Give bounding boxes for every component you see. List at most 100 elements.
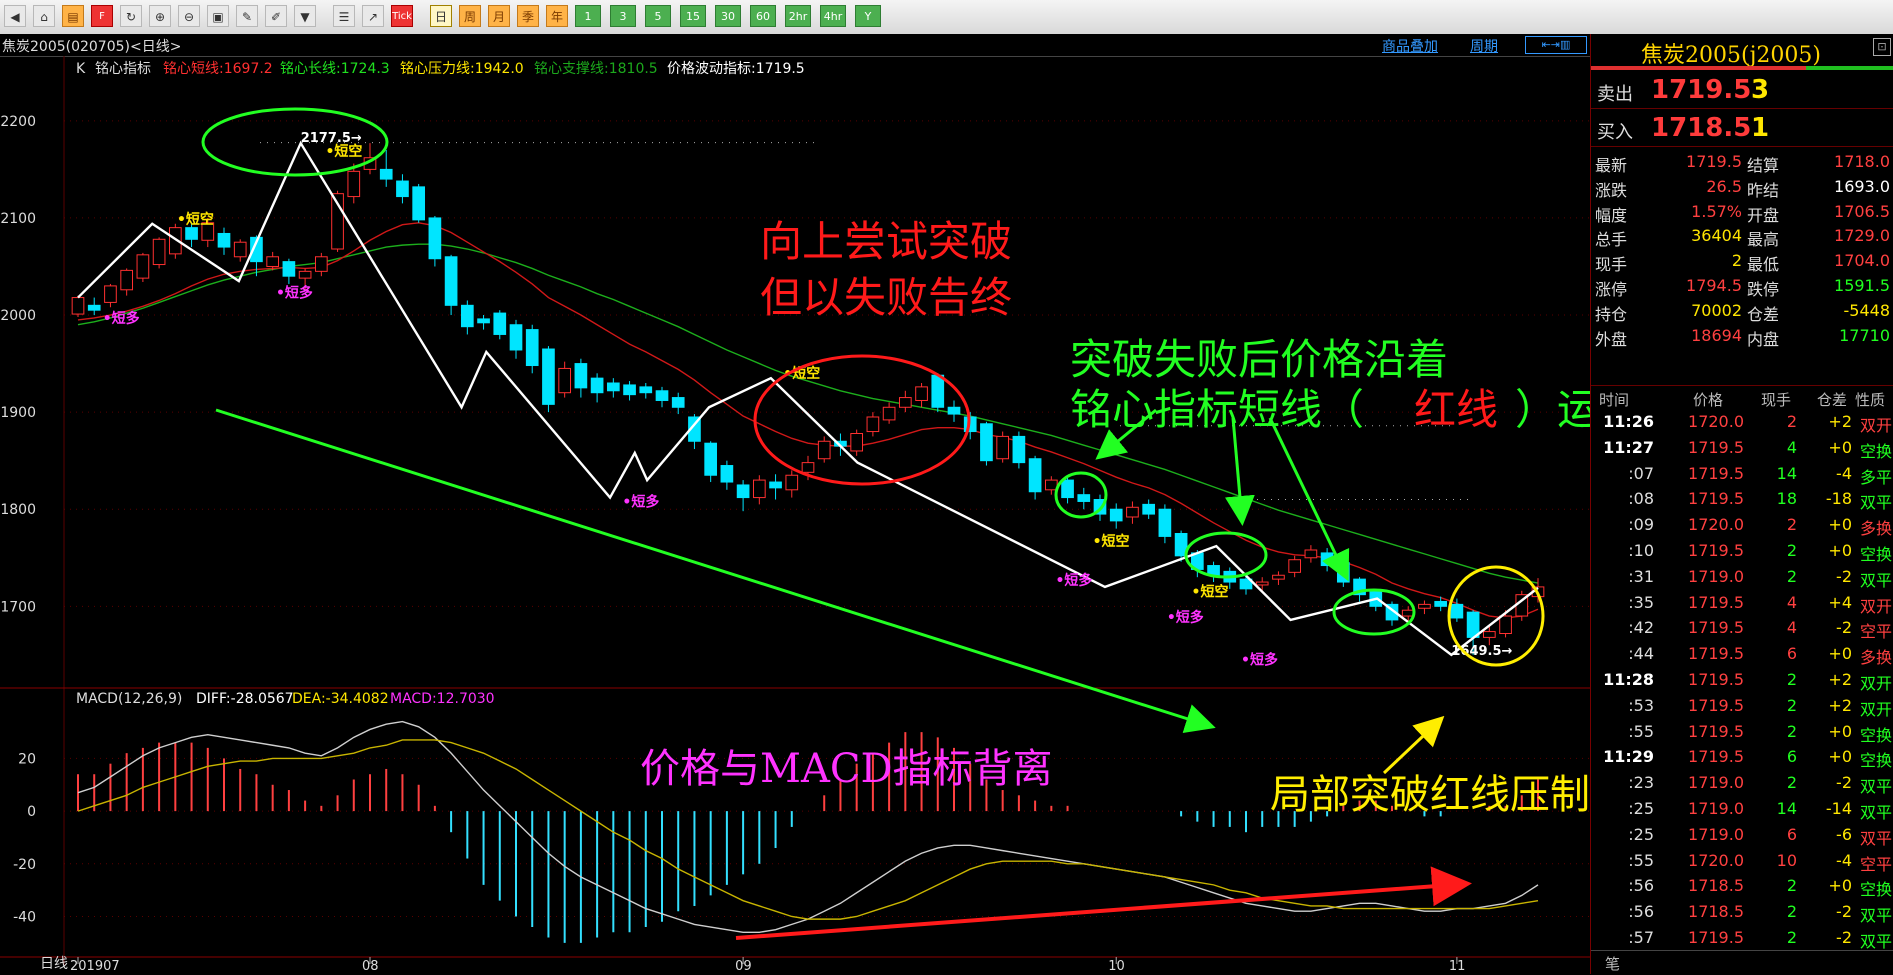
tick-row[interactable]: :08 1719.5 18 -18 双平 (1591, 487, 1893, 515)
x-axis-period-label: 日线 (40, 956, 68, 972)
tick-header-nature: 性质 (1855, 391, 1886, 409)
tick-price: 1719.5 (1688, 618, 1744, 638)
tick-tab[interactable]: 笔 (1605, 953, 1620, 974)
candle-down (1077, 494, 1091, 502)
tick-row[interactable]: :25 1719.0 6 -6 双平 (1591, 823, 1893, 851)
macd-divergence-arrow (735, 866, 1472, 940)
line-chart-icon[interactable]: ↗ (362, 5, 384, 27)
tick-row[interactable]: :53 1719.5 2 +2 双开 (1591, 694, 1893, 722)
zoom-in-icon[interactable]: ⊕ (149, 5, 171, 27)
buy-ratio-fill (1591, 66, 1806, 70)
pen-icon[interactable]: ✎ (236, 5, 258, 27)
tick-row[interactable]: :55 1720.0 10 -4 空平 (1591, 849, 1893, 877)
notebook-icon[interactable]: ▤ (62, 5, 84, 27)
quote-value: 1704.0 (1834, 251, 1890, 271)
popup-window-icon[interactable]: ⊡ (1873, 38, 1891, 56)
nav-arrows-icon[interactable]: ⇤⇥▥ (1525, 36, 1587, 54)
hour4-button[interactable]: 4hr (820, 5, 846, 27)
tick-row[interactable]: :55 1719.5 2 +0 空换 (1591, 720, 1893, 748)
tick-header-price: 价格 (1693, 391, 1724, 409)
cap-up-fail: 但以失败告终 (760, 273, 1012, 322)
tick-row[interactable]: :56 1718.5 2 +0 空换 (1591, 874, 1893, 902)
buy-label: 买入 (1597, 122, 1633, 143)
candle-down (1450, 603, 1464, 619)
support-line-legend: 铭心支撑线:1810.5 (534, 61, 658, 77)
tick-row[interactable]: :35 1719.5 4 +4 双开 (1591, 591, 1893, 619)
tick-row[interactable]: 11:29 1719.5 6 +0 空换 (1591, 745, 1893, 773)
zoom-out-icon[interactable]: ⊖ (178, 5, 200, 27)
cap-up-attempt: 向上尝试突破 (760, 217, 1012, 266)
year-button[interactable]: 年 (546, 5, 568, 27)
tick-time: :57 (1628, 928, 1654, 947)
tick-row[interactable]: :07 1719.5 14 -4 多平 (1591, 462, 1893, 490)
quote-label: 仓差 (1747, 304, 1780, 324)
window-icon[interactable]: ▣ (207, 5, 229, 27)
tick-delta: -4 (1836, 850, 1852, 870)
back-icon[interactable]: ◀ (4, 5, 26, 27)
min60-button[interactable]: 60 (750, 5, 776, 27)
min5-button[interactable]: 5 (645, 5, 671, 27)
tick-volume: 2 (1786, 773, 1797, 793)
tick-price: 1719.5 (1688, 463, 1744, 483)
quote-label: 现手 (1595, 255, 1628, 275)
ann-long-6: •短多 (1241, 652, 1278, 669)
home-icon[interactable]: ⌂ (33, 5, 55, 27)
contract-name: 焦炭2005(j2005) (1641, 43, 1821, 68)
quote-value: 1719.5 (1686, 152, 1742, 171)
chart-canvas[interactable]: 2200 2100 2000 1900 1800 1700 20 0 -20 -40 201907 0… (0, 56, 1590, 974)
tick-volume: 2 (1786, 541, 1797, 560)
year-y-button[interactable]: Y (855, 5, 881, 27)
min15-button[interactable]: 15 (680, 5, 706, 27)
tick-volume: 2 (1786, 928, 1797, 947)
buy-sell-ratio-bar (1591, 66, 1893, 70)
tick-time: 11:29 (1603, 747, 1654, 767)
quarter-button[interactable]: 季 (517, 5, 539, 27)
tick-time: :53 (1628, 695, 1654, 715)
refresh-icon[interactable]: ↻ (120, 5, 142, 27)
month-button[interactable]: 月 (488, 5, 510, 27)
tick-header-delta: 仓差 (1817, 391, 1848, 409)
tick-row[interactable]: 11:27 1719.5 4 +0 空换 (1591, 436, 1893, 464)
tick-row[interactable]: :56 1718.5 2 -2 双平 (1591, 900, 1893, 928)
tick-row[interactable]: :31 1719.0 2 -2 双平 (1591, 565, 1893, 593)
tick-row[interactable]: :10 1719.5 2 +0 空换 (1591, 539, 1893, 567)
tick-time: :42 (1628, 618, 1654, 638)
overlay-link[interactable]: 商品叠加 (1382, 36, 1438, 56)
hour2-button[interactable]: 2hr (785, 5, 811, 27)
x-tick-label: 09 (735, 959, 752, 974)
week-button[interactable]: 周 (459, 5, 481, 27)
brush-icon[interactable]: ✐ (265, 5, 287, 27)
tick-volume: 4 (1786, 618, 1797, 638)
tick-price: 1719.5 (1688, 747, 1744, 767)
tick-row[interactable]: 11:26 1720.0 2 +2 双开 (1591, 410, 1893, 438)
f10-icon[interactable]: F (91, 5, 113, 27)
tick-row[interactable]: :23 1719.0 2 -2 双平 (1591, 771, 1893, 799)
period-link[interactable]: 周期 (1470, 36, 1498, 56)
candle-up (233, 241, 247, 258)
tick-button[interactable]: Tick (391, 5, 413, 27)
candle-down (217, 232, 231, 248)
candle-up (1288, 559, 1302, 573)
day-button[interactable]: 日 (430, 5, 452, 27)
min1-button[interactable]: 1 (575, 5, 601, 27)
tick-price: 1718.5 (1688, 876, 1744, 896)
candle-up (120, 269, 134, 291)
tick-volume: 2 (1786, 515, 1797, 535)
min3-button[interactable]: 3 (610, 5, 636, 27)
candle-down (947, 406, 961, 415)
tick-row[interactable]: :44 1719.5 6 +0 多换 (1591, 642, 1893, 670)
tick-row[interactable]: :09 1720.0 2 +0 多换 (1591, 513, 1893, 541)
quote-value: -5448 (1843, 300, 1891, 320)
tick-row[interactable]: :42 1719.5 4 -2 空平 (1591, 616, 1893, 644)
tick-time: :09 (1628, 515, 1654, 535)
tick-price: 1719.5 (1688, 695, 1744, 715)
candle-up (850, 432, 864, 452)
tick-row[interactable]: 11:28 1719.5 2 +2 双开 (1591, 668, 1893, 696)
min30-button[interactable]: 30 (715, 5, 741, 27)
table-icon[interactable]: ☰ (333, 5, 355, 27)
tick-row[interactable]: :25 1719.0 14 -14 双平 (1591, 797, 1893, 825)
tick-header-time: 时间 (1599, 391, 1630, 409)
tick-price: 1719.5 (1688, 670, 1744, 689)
filter-icon[interactable]: ▼ (294, 5, 316, 27)
candle-up (266, 256, 280, 267)
